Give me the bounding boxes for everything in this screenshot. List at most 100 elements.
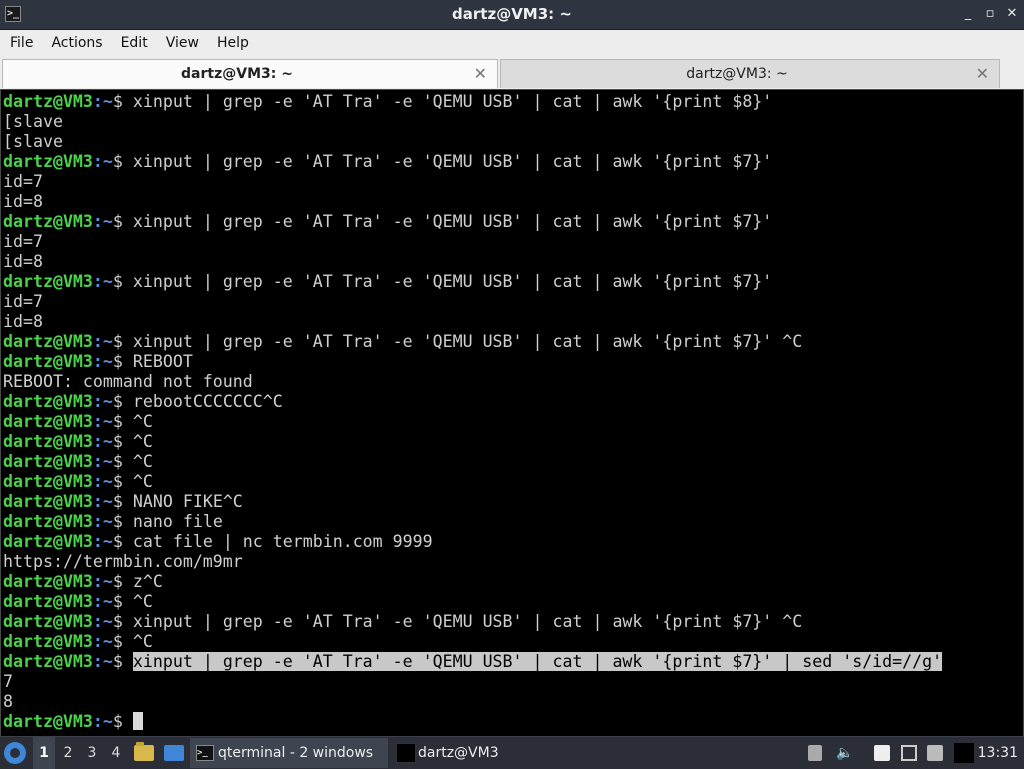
- prompt-symbol: $: [112, 592, 133, 611]
- output-line: id=8: [3, 312, 43, 331]
- command-text: xinput | grep -e 'AT Tra' -e 'QEMU USB' …: [132, 152, 773, 171]
- workspace-3[interactable]: 3: [81, 737, 103, 769]
- workspace-1[interactable]: 1: [33, 737, 55, 769]
- clock[interactable]: 13:31: [978, 737, 1018, 769]
- prompt-symbol: $: [112, 492, 133, 511]
- prompt-path: ~: [102, 492, 113, 511]
- tab-terminal-1[interactable]: dartz@VM3: ~ ✕: [2, 59, 498, 88]
- prompt-colon: :: [92, 612, 103, 631]
- command-text: rebootCCCCCCC^C: [132, 392, 283, 411]
- prompt-line: dartz@VM3:~$ ^C: [3, 632, 942, 652]
- task-qterminal[interactable]: >_ qterminal - 2 windows: [190, 738, 388, 768]
- command-text: cat file | nc termbin.com 9999: [132, 532, 433, 551]
- output-line: 7: [3, 672, 13, 691]
- taskbar: 1 2 3 4 >_ qterminal - 2 windows dartz@V…: [0, 736, 1024, 769]
- output-line: [slave: [3, 112, 63, 131]
- menu-edit[interactable]: Edit: [112, 30, 157, 56]
- prompt-user: dartz@VM3: [3, 432, 93, 451]
- prompt-symbol: $: [112, 212, 133, 231]
- file-manager-icon[interactable]: [134, 742, 154, 761]
- prompt-colon: :: [92, 652, 103, 671]
- network-icon[interactable]: [901, 745, 917, 761]
- notes-icon[interactable]: [874, 745, 890, 761]
- prompt-path: ~: [102, 612, 113, 631]
- prompt-user: dartz@VM3: [3, 272, 93, 291]
- menu-actions[interactable]: Actions: [42, 30, 111, 56]
- output-line: id=8: [3, 252, 43, 271]
- tab-label: dartz@VM3: ~: [686, 66, 788, 82]
- prompt-user: dartz@VM3: [3, 512, 93, 531]
- window-titlebar[interactable]: >_ dartz@VM3: ~ _ ▫ ✕: [0, 0, 1024, 30]
- prompt-user: dartz@VM3: [3, 532, 93, 551]
- prompt-symbol: $: [112, 572, 133, 591]
- prompt-path: ~: [102, 632, 113, 651]
- prompt-colon: :: [92, 212, 103, 231]
- prompt-colon: :: [92, 452, 103, 471]
- prompt-line: dartz@VM3:~$ xinput | grep -e 'AT Tra' -…: [3, 612, 942, 632]
- prompt-symbol: $: [112, 632, 133, 651]
- prompt-path: ~: [102, 272, 113, 291]
- prompt-line: dartz@VM3:~$ ^C: [3, 472, 942, 492]
- prompt-colon: :: [92, 152, 103, 171]
- prompt-user: dartz@VM3: [3, 452, 93, 471]
- prompt-path: ~: [102, 352, 113, 371]
- prompt-line: dartz@VM3:~$ xinput | grep -e 'AT Tra' -…: [3, 152, 942, 172]
- command-text: NANO FIKE^C: [132, 492, 243, 511]
- prompt-symbol: $: [112, 432, 133, 451]
- prompt-colon: :: [92, 492, 103, 511]
- prompt-user: dartz@VM3: [3, 712, 93, 731]
- close-window-button[interactable]: ✕: [1004, 6, 1020, 22]
- maximize-button[interactable]: ▫: [982, 6, 998, 22]
- clipboard-icon[interactable]: [808, 745, 822, 761]
- prompt-symbol: $: [112, 612, 133, 631]
- prompt-user: dartz@VM3: [3, 92, 93, 111]
- display-icon[interactable]: [927, 745, 943, 761]
- prompt-symbol: $: [112, 652, 133, 671]
- terminal-tray-icon[interactable]: [954, 743, 974, 763]
- workspace-2[interactable]: 2: [57, 737, 79, 769]
- menu-help[interactable]: Help: [208, 30, 258, 56]
- terminal-output[interactable]: dartz@VM3:~$ xinput | grep -e 'AT Tra' -…: [0, 89, 1024, 737]
- prompt-user: dartz@VM3: [3, 592, 93, 611]
- text-cursor: [132, 712, 143, 730]
- volume-icon[interactable]: 🔈: [836, 745, 853, 761]
- output-line: id=7: [3, 172, 43, 191]
- task-dartz-vm3[interactable]: dartz@VM3: [390, 738, 590, 768]
- menu-file[interactable]: File: [0, 30, 42, 56]
- prompt-path: ~: [102, 512, 113, 531]
- prompt-user: dartz@VM3: [3, 332, 93, 351]
- command-text: nano file: [132, 512, 223, 531]
- prompt-line: dartz@VM3:~$ nano file: [3, 512, 942, 532]
- prompt-user: dartz@VM3: [3, 652, 93, 671]
- prompt-colon: :: [92, 412, 103, 431]
- prompt-user: dartz@VM3: [3, 352, 93, 371]
- prompt-path: ~: [102, 472, 113, 491]
- tab-close-icon[interactable]: ✕: [474, 64, 487, 83]
- prompt-line: dartz@VM3:~$ z^C: [3, 572, 942, 592]
- task-label: qterminal - 2 windows: [218, 745, 374, 761]
- command-text: ^C: [132, 412, 153, 431]
- minimize-button[interactable]: _: [960, 6, 976, 22]
- command-text: ^C: [132, 452, 153, 471]
- workspace-4[interactable]: 4: [105, 737, 127, 769]
- prompt-symbol: $: [112, 712, 133, 731]
- show-desktop-icon[interactable]: [164, 745, 184, 761]
- prompt-symbol: $: [112, 452, 133, 471]
- terminal-lines: dartz@VM3:~$ xinput | grep -e 'AT Tra' -…: [3, 92, 943, 732]
- tab-terminal-2[interactable]: dartz@VM3: ~ ✕: [500, 59, 1000, 88]
- prompt-symbol: $: [112, 352, 133, 371]
- command-text: ^C: [132, 472, 153, 491]
- prompt-path: ~: [102, 152, 113, 171]
- menu-view[interactable]: View: [157, 30, 208, 56]
- prompt-symbol: $: [112, 472, 133, 491]
- command-text: xinput | grep -e 'AT Tra' -e 'QEMU USB' …: [132, 212, 773, 231]
- application-menu-icon[interactable]: [4, 742, 26, 764]
- prompt-line: dartz@VM3:~$ xinput | grep -e 'AT Tra' -…: [3, 272, 942, 292]
- output-line: https://termbin.com/m9mr: [3, 552, 243, 571]
- tab-close-icon[interactable]: ✕: [976, 64, 989, 83]
- prompt-symbol: $: [112, 272, 133, 291]
- menu-bar: File Actions Edit View Help: [0, 30, 1024, 56]
- prompt-colon: :: [92, 512, 103, 531]
- prompt-symbol: $: [112, 332, 133, 351]
- prompt-colon: :: [92, 432, 103, 451]
